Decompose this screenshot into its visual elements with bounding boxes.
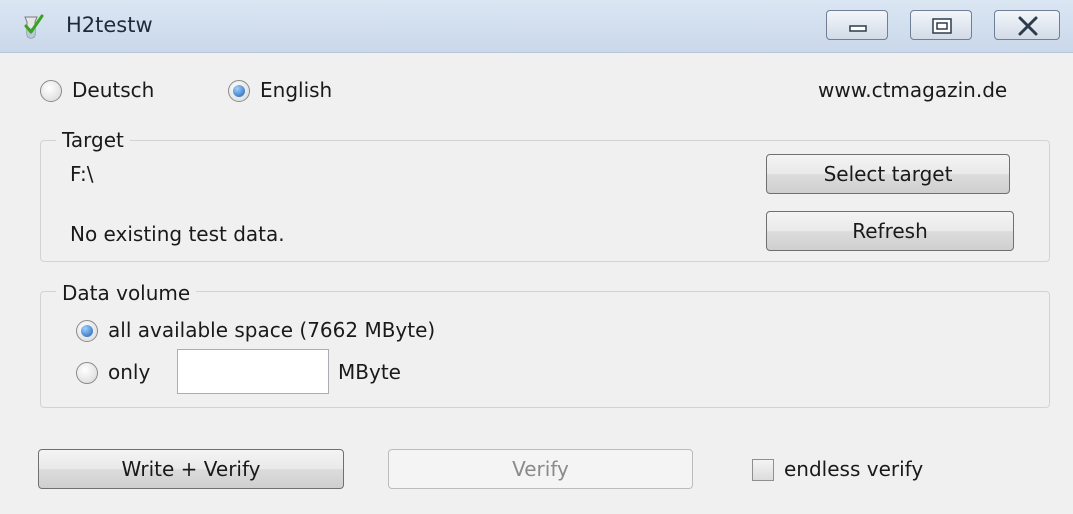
mbyte-input[interactable] [177, 349, 329, 394]
minimize-button[interactable] [826, 10, 888, 40]
target-path: F:\ [70, 162, 94, 186]
target-status: No existing test data. [70, 222, 285, 246]
radio-all-available-space[interactable] [76, 320, 98, 342]
radio-deutsch[interactable] [40, 80, 62, 102]
radio-selected-dot [81, 325, 93, 337]
endless-verify-label: endless verify [784, 457, 924, 481]
verify-button[interactable]: Verify [388, 449, 693, 489]
radio-deutsch-label: Deutsch [72, 78, 155, 102]
data-volume-legend: Data volume [56, 281, 197, 305]
only-label: only [108, 360, 151, 384]
radio-only[interactable] [76, 362, 98, 384]
website-label: www.ctmagazin.de [818, 78, 1008, 102]
radio-selected-dot [233, 85, 245, 97]
endless-verify-checkbox[interactable] [752, 459, 774, 481]
h2testw-window: H2testw Deutsch English www.ctmagazin.de… [0, 0, 1073, 514]
maximize-button[interactable] [910, 10, 972, 40]
maximize-icon [932, 18, 952, 34]
refresh-button[interactable]: Refresh [766, 211, 1014, 251]
window-title: H2testw [66, 13, 153, 37]
radio-english[interactable] [228, 80, 250, 102]
close-button[interactable] [994, 10, 1060, 40]
title-bar[interactable]: H2testw [0, 0, 1073, 53]
minimize-icon [849, 25, 867, 32]
radio-english-label: English [260, 78, 333, 102]
write-verify-button[interactable]: Write + Verify [38, 449, 344, 489]
app-icon [24, 14, 44, 39]
close-icon [1018, 16, 1038, 36]
all-available-space-label: all available space (7662 MByte) [108, 318, 436, 342]
mbyte-unit-label: MByte [338, 360, 401, 384]
target-legend: Target [56, 128, 130, 152]
select-target-button[interactable]: Select target [766, 154, 1010, 194]
